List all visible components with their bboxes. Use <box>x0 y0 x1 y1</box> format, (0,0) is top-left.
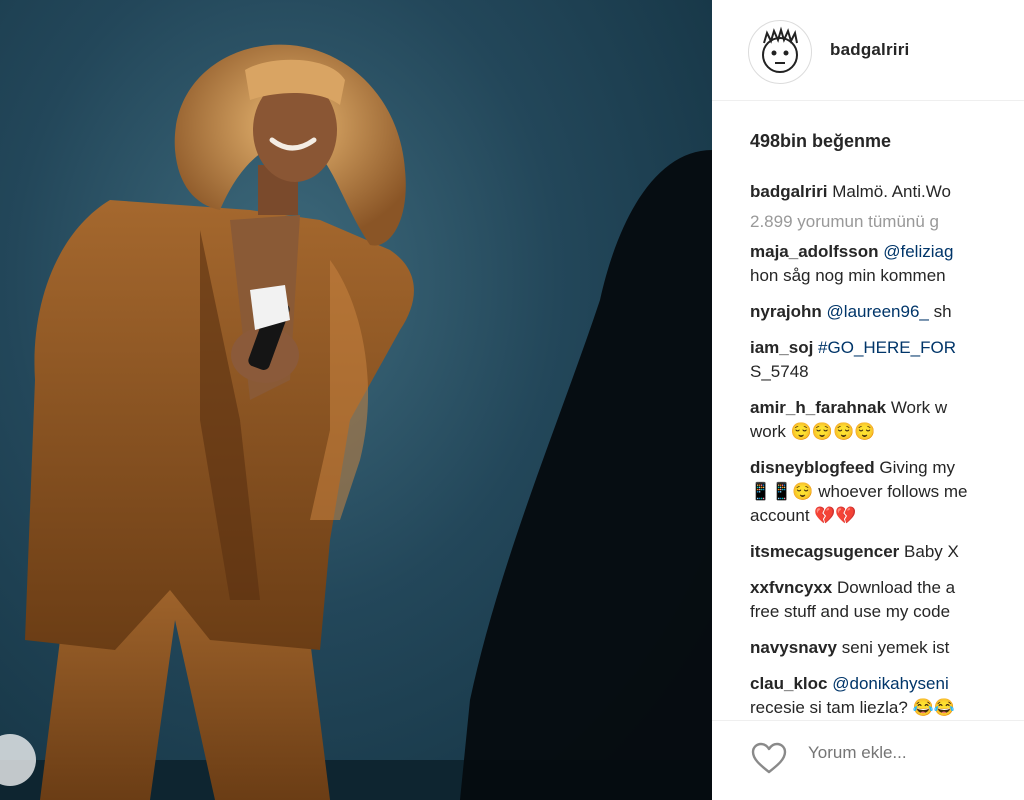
comment-text: seni yemek ist <box>841 638 950 657</box>
comment-text: Giving my <box>879 458 955 477</box>
add-comment-input[interactable] <box>808 743 1008 763</box>
comment-username[interactable]: disneyblogfeed <box>750 458 875 477</box>
post-photo-illustration <box>0 44 712 800</box>
post-photo[interactable] <box>0 0 712 800</box>
comment-item: itsmecagsugencer Baby X <box>750 540 1024 564</box>
like-count[interactable]: 498bin beğenme <box>750 131 891 152</box>
comment-item: nyrajohn @laureen96_ sh <box>750 300 1024 324</box>
comment-username[interactable]: iam_soj <box>750 338 813 357</box>
heart-outline-icon[interactable] <box>750 741 788 775</box>
comment-username[interactable]: nyrajohn <box>750 302 822 321</box>
comment-text: Download the a <box>836 578 956 597</box>
comment-text: free stuff and use my code <box>750 602 951 621</box>
comment-hashtag-continued[interactable]: S_5748 <box>750 360 1024 384</box>
post-header: badgalriri <box>712 0 1024 101</box>
comment-item: disneyblogfeed Giving my <box>750 456 1024 480</box>
comment-text: account 💔💔 <box>750 506 857 525</box>
comment-username[interactable]: maja_adolfsson <box>750 242 879 261</box>
comment-mention[interactable]: @laureen96_ <box>827 302 929 321</box>
comment-item: iam_soj #GO_HERE_FOR <box>750 336 1024 360</box>
comment-mention[interactable]: @feliziag <box>883 242 953 261</box>
comment-item: clau_kloc @donikahyseni <box>750 672 1024 696</box>
comment-text: Baby X <box>904 542 959 561</box>
comment-username[interactable]: itsmecagsugencer <box>750 542 899 561</box>
caption-username[interactable]: badgalriri <box>750 182 827 201</box>
comment-mention[interactable]: @donikahyseni <box>832 674 949 693</box>
comment-hashtag[interactable]: #GO_HERE_FOR <box>818 338 956 357</box>
comment-username[interactable]: clau_kloc <box>750 674 828 693</box>
view-all-comments-link[interactable]: 2.899 yorumun tümünü g <box>750 210 1024 234</box>
comment-text: work 😌😌😌😌 <box>750 422 876 441</box>
comment-item: navysnavy seni yemek ist <box>750 636 1024 660</box>
comment-text: recesie si tam liezla? 😂😂 <box>750 698 955 717</box>
comment-username[interactable]: navysnavy <box>750 638 837 657</box>
comment-text: hon såg nog min kommen <box>750 266 946 285</box>
comment-item: maja_adolfsson @feliziag <box>750 240 1024 264</box>
cartoon-face-icon <box>762 26 798 73</box>
comment-username[interactable]: amir_h_farahnak <box>750 398 886 417</box>
comment-item: xxfvncyxx Download the a <box>750 576 1024 600</box>
avatar[interactable] <box>748 20 812 84</box>
caption: badgalriri Malmö. Anti.Wo <box>750 180 1024 204</box>
comment-text: sh <box>933 302 952 321</box>
comment-text: Work w <box>890 398 948 417</box>
comment-item: amir_h_farahnak Work w <box>750 396 1024 420</box>
comment-list: badgalriri Malmö. Anti.Wo 2.899 yorumun … <box>750 180 1024 720</box>
post-author-username[interactable]: badgalriri <box>830 40 909 60</box>
caption-text: Malmö. Anti.Wo <box>832 182 951 201</box>
post-side-panel: badgalriri 498bin beğenme badgalriri Mal… <box>712 0 1024 800</box>
comment-text: 📱📱😌 whoever follows me <box>750 482 968 501</box>
comment-composer <box>712 720 1024 800</box>
comment-username[interactable]: xxfvncyxx <box>750 578 832 597</box>
